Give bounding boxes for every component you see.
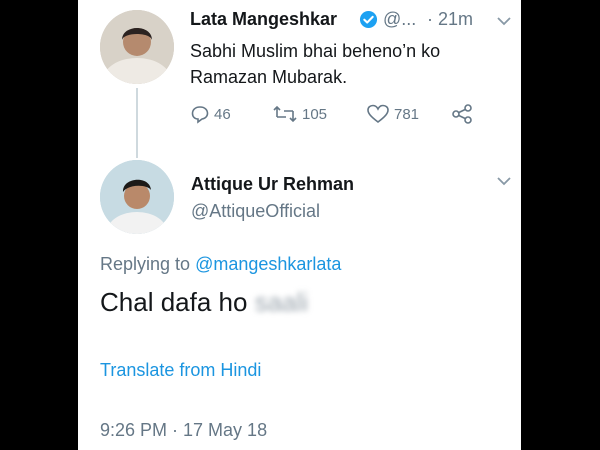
- screenshot-stage: Lata Mangeshkar @... · 21m Sabhi Muslim …: [0, 0, 600, 450]
- chevron-down-icon[interactable]: [496, 175, 512, 187]
- replying-to-link[interactable]: @mangeshkarlata: [195, 254, 341, 274]
- reply-text-visible: Chal dafa ho: [100, 287, 248, 317]
- tweet-card: Lata Mangeshkar @... · 21m Sabhi Muslim …: [78, 0, 521, 450]
- tweet-text: Sabhi Muslim bhai beheno’n ko Ramazan Mu…: [190, 41, 441, 87]
- avatar-attique[interactable]: [100, 160, 174, 234]
- like-count: 781: [394, 105, 420, 123]
- verified-badge-icon: [359, 10, 378, 29]
- retweet-count: 105: [302, 105, 328, 123]
- reply-author-handle[interactable]: @AttiqueOfficial: [191, 201, 320, 222]
- thread-line: [136, 88, 138, 158]
- translate-link[interactable]: Translate from Hindi: [100, 360, 261, 381]
- chevron-down-icon[interactable]: [496, 15, 512, 27]
- avatar-lata[interactable]: [100, 10, 174, 84]
- share-action[interactable]: [451, 104, 477, 124]
- like-icon: [367, 104, 389, 124]
- retweet-icon: [273, 105, 297, 123]
- retweet-action[interactable]: 105: [272, 104, 327, 124]
- reply-action[interactable]: 46: [190, 104, 231, 124]
- reply-author-name[interactable]: Attique Ur Rehman: [191, 174, 354, 195]
- like-action[interactable]: 781: [366, 104, 419, 124]
- share-icon: [452, 104, 472, 124]
- replying-to-line: Replying to @mangeshkarlata: [100, 254, 341, 275]
- reply-text-blurred: saali: [254, 287, 309, 317]
- tweet-time[interactable]: · 21m: [427, 9, 473, 30]
- reply-text: Chal dafa ho saali: [100, 287, 308, 318]
- reply-count: 46: [214, 105, 231, 123]
- author-name[interactable]: Lata Mangeshkar: [190, 9, 337, 30]
- author-handle[interactable]: @...: [383, 9, 416, 30]
- replying-prefix: Replying to: [100, 254, 191, 274]
- reply-icon: [191, 106, 209, 124]
- reply-timestamp[interactable]: 9:26 PM · 17 May 18: [100, 420, 267, 441]
